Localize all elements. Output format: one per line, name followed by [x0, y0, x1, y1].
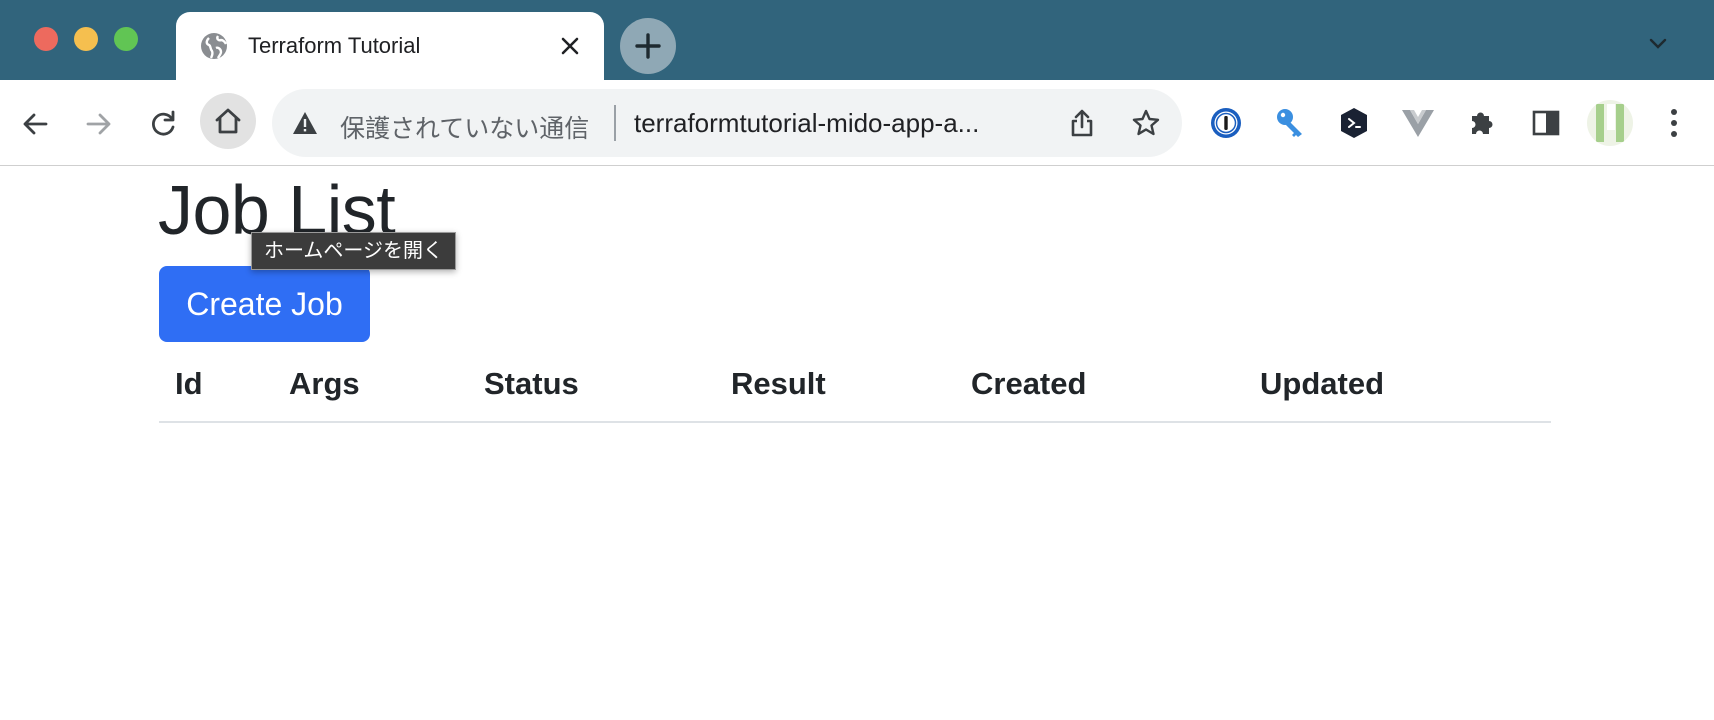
plus-icon: [635, 33, 661, 59]
home-button-tooltip: ホームページを開く: [251, 232, 456, 270]
jobs-table: Id Args Status Result Created Updated: [159, 360, 1551, 423]
table-header-row: Id Args Status Result Created Updated: [159, 360, 1551, 423]
address-separator: [614, 105, 616, 141]
browser-toolbar: 保護されていない通信 terraformtutorial-mido-app-a.…: [0, 80, 1714, 166]
url-text[interactable]: terraformtutorial-mido-app-a...: [634, 108, 979, 139]
new-tab-button[interactable]: [620, 18, 676, 74]
vue-devtools-icon[interactable]: [1398, 103, 1438, 143]
window-zoom-button[interactable]: [114, 27, 138, 51]
warning-icon[interactable]: [292, 111, 318, 135]
column-header-args: Args: [289, 366, 360, 401]
home-icon: [215, 108, 241, 134]
home-button[interactable]: [200, 93, 256, 149]
reload-icon: [152, 110, 175, 136]
globe-icon: [200, 32, 228, 60]
key-icon[interactable]: [1270, 103, 1310, 143]
column-header-created: Created: [971, 366, 1087, 401]
bookmark-star-icon[interactable]: [1130, 107, 1162, 139]
tab-title: Terraform Tutorial: [248, 33, 421, 58]
more-menu-icon[interactable]: [1658, 103, 1690, 143]
forward-button[interactable]: [76, 101, 122, 147]
reload-button[interactable]: [140, 101, 186, 147]
tab-close-icon[interactable]: [556, 32, 584, 60]
back-button[interactable]: [12, 101, 58, 147]
chevron-down-icon: [1649, 38, 1667, 49]
terminal-extension-icon[interactable]: [1334, 103, 1374, 143]
tab-strip: Terraform Tutorial: [0, 0, 1714, 80]
arrow-right-icon: [86, 113, 111, 135]
extensions-puzzle-icon[interactable]: [1462, 103, 1502, 143]
tab-search-button[interactable]: [1644, 30, 1672, 58]
tab-terraform-tutorial[interactable]: Terraform Tutorial: [176, 12, 604, 80]
profile-avatar[interactable]: [1587, 100, 1633, 146]
arrow-left-icon: [23, 113, 48, 135]
column-header-status: Status: [484, 366, 579, 401]
window-minimize-button[interactable]: [74, 27, 98, 51]
column-header-id: Id: [175, 366, 203, 401]
column-header-result: Result: [731, 366, 826, 401]
security-status-label[interactable]: 保護されていない通信: [340, 109, 589, 145]
side-panel-icon[interactable]: [1526, 103, 1566, 143]
address-bar[interactable]: 保護されていない通信 terraformtutorial-mido-app-a.…: [272, 89, 1182, 157]
share-icon[interactable]: [1066, 107, 1098, 139]
column-header-updated: Updated: [1260, 366, 1384, 401]
1password-icon[interactable]: [1206, 103, 1246, 143]
window-close-button[interactable]: [34, 27, 58, 51]
create-job-button[interactable]: Create Job: [159, 266, 370, 342]
